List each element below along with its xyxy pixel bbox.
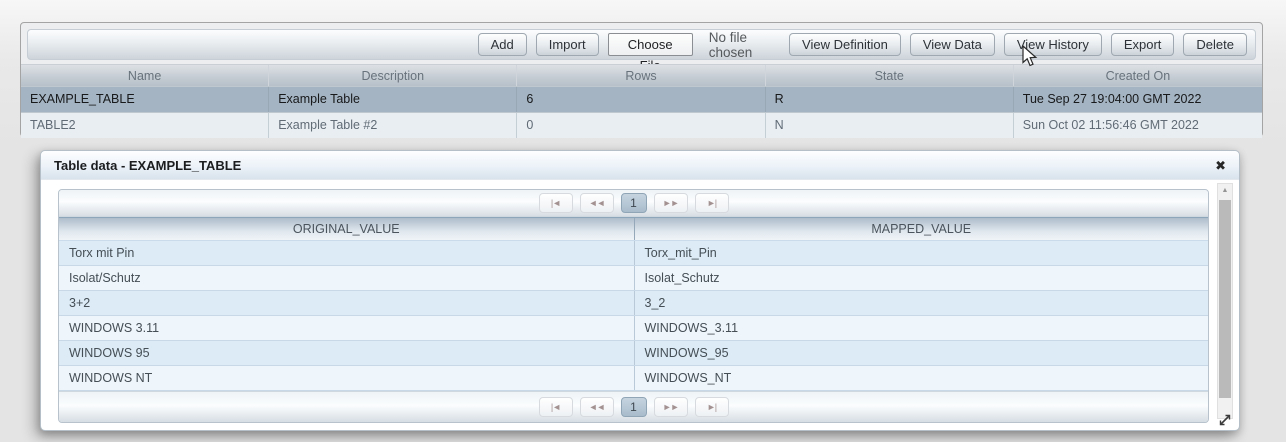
pager-next-button[interactable]: ►► [654, 397, 688, 417]
cell-rows: 0 [517, 113, 765, 138]
cell-rows: 6 [517, 87, 765, 112]
dialog-row[interactable]: WINDOWS 95 WINDOWS_95 [59, 341, 1208, 366]
pager-page-1-button[interactable]: 1 [621, 193, 647, 213]
dialog-row[interactable]: Isolat/Schutz Isolat_Schutz [59, 266, 1208, 291]
column-header-mapped-value[interactable]: MAPPED_VALUE [634, 218, 1209, 240]
pager-prev-button[interactable]: ◄◄ [580, 397, 614, 417]
table-row-selected[interactable]: EXAMPLE_TABLE Example Table 6 R Tue Sep … [21, 86, 1262, 112]
cell-name: EXAMPLE_TABLE [21, 87, 269, 112]
view-definition-button[interactable]: View Definition [789, 33, 901, 56]
dialog-grid-header: ORIGINAL_VALUE MAPPED_VALUE [59, 217, 1208, 241]
cell-mapped-value: 3_2 [634, 291, 1209, 315]
mouse-cursor-icon [1022, 45, 1039, 68]
column-header-state[interactable]: State [766, 65, 1014, 86]
scrollbar-thumb[interactable] [1219, 200, 1231, 398]
cell-name: TABLE2 [21, 113, 269, 138]
pager-first-button[interactable]: |◄ [539, 193, 573, 213]
pager-last-button[interactable]: ►| [695, 193, 729, 213]
cell-original-value: WINDOWS 3.11 [59, 316, 634, 340]
toolbar: Add Import Choose File No file chosen Vi… [27, 29, 1256, 60]
cell-mapped-value: Isolat_Schutz [634, 266, 1209, 290]
view-data-button[interactable]: View Data [910, 33, 995, 56]
cell-original-value: 3+2 [59, 291, 634, 315]
add-button[interactable]: Add [478, 33, 527, 56]
pager-page-1-button[interactable]: 1 [621, 397, 647, 417]
dialog-row[interactable]: WINDOWS NT WINDOWS_NT [59, 366, 1208, 391]
pager-top: |◄ ◄◄ 1 ►► ►| [59, 190, 1208, 217]
table-data-dialog: Table data - EXAMPLE_TABLE ✖ |◄ ◄◄ 1 ►► … [40, 150, 1240, 431]
table-row[interactable]: TABLE2 Example Table #2 0 N Sun Oct 02 1… [21, 112, 1262, 138]
dialog-row[interactable]: Torx mit Pin Torx_mit_Pin [59, 241, 1208, 266]
cell-original-value: Isolat/Schutz [59, 266, 634, 290]
cell-state: R [766, 87, 1014, 112]
pager-bottom: |◄ ◄◄ 1 ►► ►| [59, 391, 1208, 422]
cell-original-value: WINDOWS NT [59, 366, 634, 390]
column-header-rows[interactable]: Rows [517, 65, 765, 86]
column-header-description[interactable]: Description [269, 65, 517, 86]
pager-first-button[interactable]: |◄ [539, 397, 573, 417]
file-chosen-label: No file chosen [709, 30, 789, 60]
export-button[interactable]: Export [1111, 33, 1175, 56]
cell-description: Example Table #2 [269, 113, 517, 138]
cell-description: Example Table [269, 87, 517, 112]
column-header-name[interactable]: Name [21, 65, 269, 86]
dialog-title: Table data - EXAMPLE_TABLE [54, 158, 241, 173]
cell-created-on: Sun Oct 02 11:56:46 GMT 2022 [1014, 113, 1262, 138]
toolbar-left-group: Add Import Choose File No file chosen [478, 30, 789, 60]
choose-file-button[interactable]: Choose File [608, 33, 693, 56]
cell-mapped-value: WINDOWS_NT [634, 366, 1209, 390]
dialog-row[interactable]: WINDOWS 3.11 WINDOWS_3.11 [59, 316, 1208, 341]
pager-last-button[interactable]: ►| [695, 397, 729, 417]
cell-original-value: Torx mit Pin [59, 241, 634, 265]
toolbar-right-group: View Definition View Data View History E… [789, 33, 1247, 56]
pager-next-button[interactable]: ►► [654, 193, 688, 213]
page: { "toolbar": { "add": "Add", "import": "… [0, 0, 1286, 442]
dialog-titlebar[interactable]: Table data - EXAMPLE_TABLE ✖ [41, 151, 1239, 180]
table-list: Name Description Rows State Created On E… [21, 64, 1262, 138]
view-history-button[interactable]: View History [1004, 33, 1102, 56]
cell-mapped-value: WINDOWS_95 [634, 341, 1209, 365]
table-list-panel: Add Import Choose File No file chosen Vi… [20, 22, 1263, 137]
resize-grip-icon[interactable] [1219, 414, 1231, 426]
close-icon[interactable]: ✖ [1215, 159, 1226, 172]
cell-mapped-value: Torx_mit_Pin [634, 241, 1209, 265]
pager-prev-button[interactable]: ◄◄ [580, 193, 614, 213]
cell-original-value: WINDOWS 95 [59, 341, 634, 365]
delete-button[interactable]: Delete [1183, 33, 1247, 56]
column-header-created-on[interactable]: Created On [1014, 65, 1262, 86]
dialog-row[interactable]: 3+2 3_2 [59, 291, 1208, 316]
cell-state: N [766, 113, 1014, 138]
column-header-original-value[interactable]: ORIGINAL_VALUE [59, 218, 634, 240]
dialog-scrollbar[interactable]: ▲ [1217, 183, 1233, 419]
import-button[interactable]: Import [536, 33, 599, 56]
dialog-grid: |◄ ◄◄ 1 ►► ►| ORIGINAL_VALUE MAPPED_VALU… [58, 189, 1209, 423]
table-list-header-row: Name Description Rows State Created On [21, 64, 1262, 86]
scrollbar-up-icon[interactable]: ▲ [1218, 184, 1232, 198]
cell-mapped-value: WINDOWS_3.11 [634, 316, 1209, 340]
cell-created-on: Tue Sep 27 19:04:00 GMT 2022 [1014, 87, 1262, 112]
